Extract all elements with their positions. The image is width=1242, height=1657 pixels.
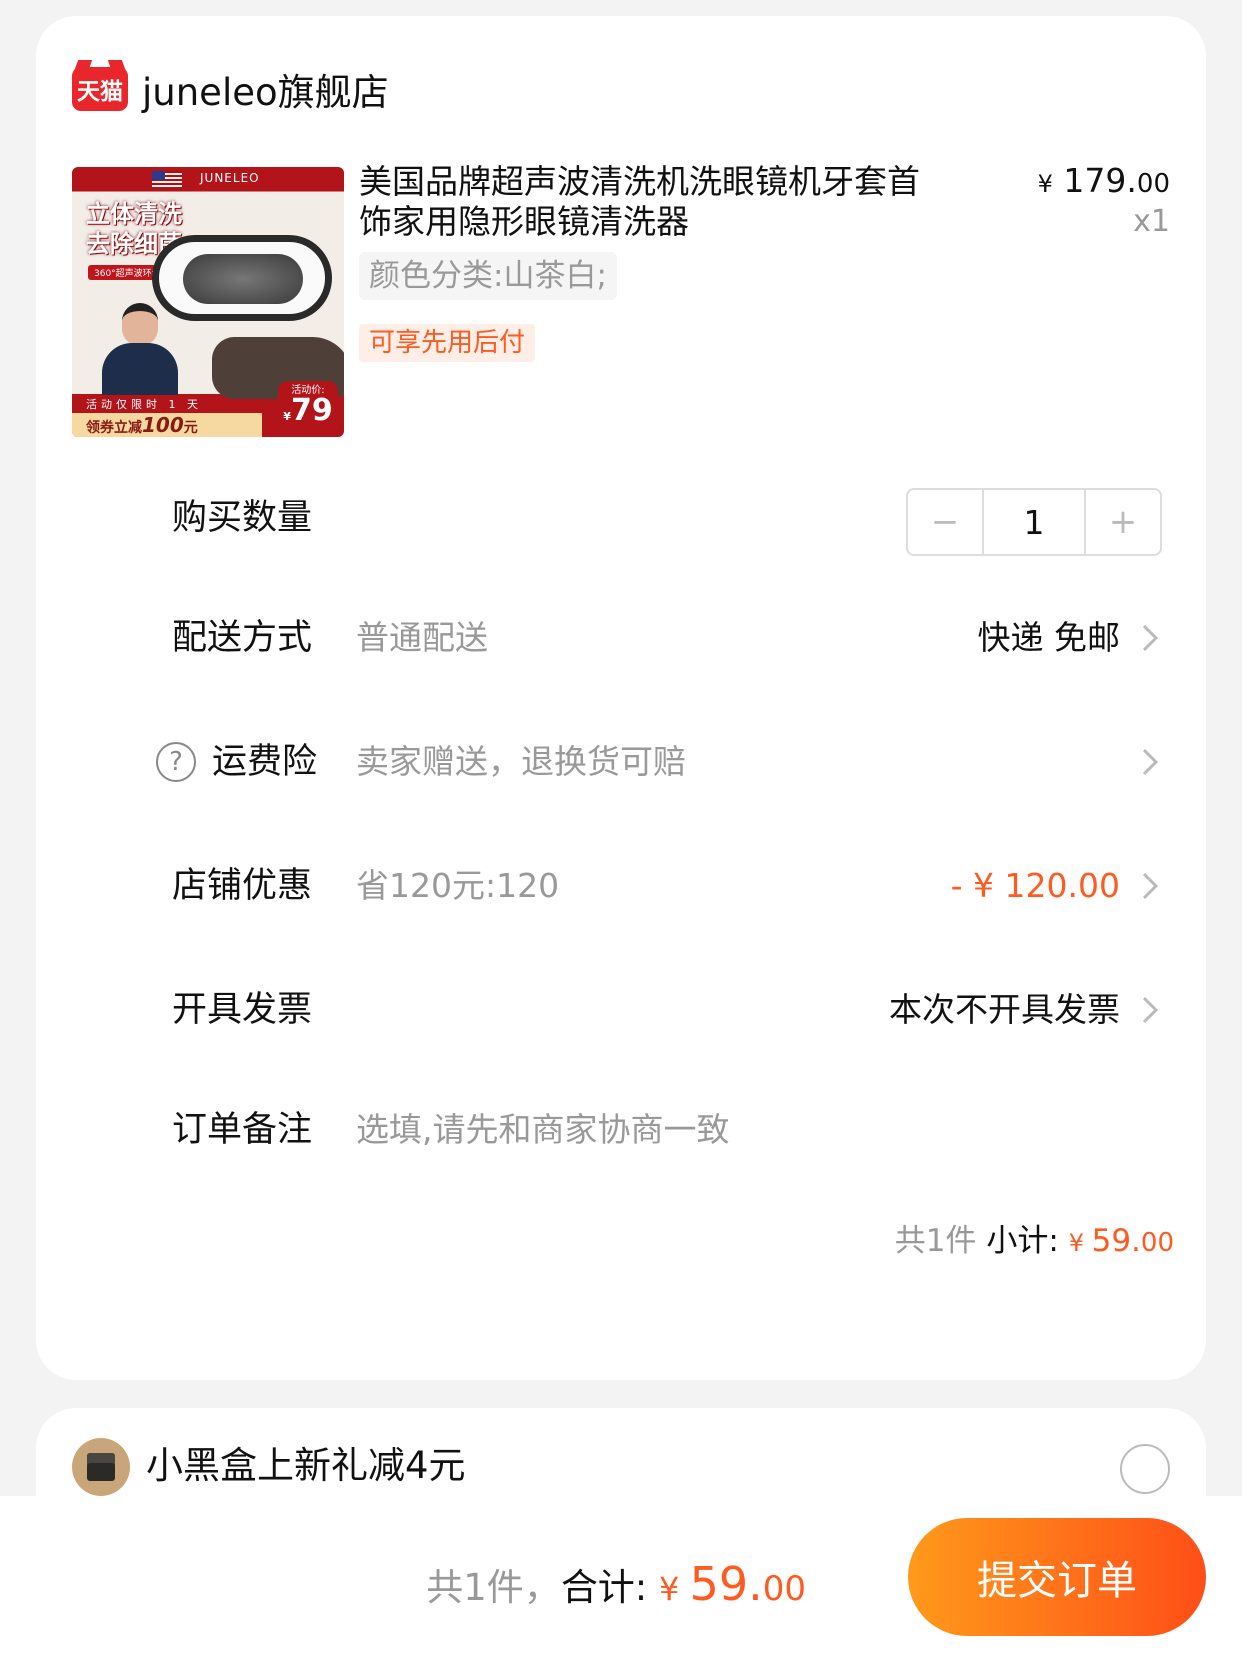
order-card: 天猫 juneleo旗舰店 JUNELEO 立体清洗 去除细菌 360°超声波环… xyxy=(36,16,1206,1380)
delivery-label: 配送方式 xyxy=(172,618,313,658)
discount-detail: 省120元:120 xyxy=(356,866,560,905)
sku-chip[interactable]: 颜色分类:山茶白; xyxy=(359,252,617,300)
shop-name[interactable]: juneleo旗舰店 xyxy=(142,62,389,116)
subtotal: 共1件 小计: ¥ 59.00 xyxy=(894,1223,1174,1259)
chevron-right-icon[interactable] xyxy=(1134,622,1166,654)
product-image-brand: JUNELEO xyxy=(200,171,260,185)
spokesperson-illustration xyxy=(100,303,180,395)
shop-header[interactable]: 天猫 juneleo旗舰店 xyxy=(72,62,389,116)
submit-order-button[interactable]: 提交订单 xyxy=(908,1518,1206,1636)
chevron-right-icon[interactable] xyxy=(1134,994,1166,1026)
tmall-logo: 天猫 xyxy=(72,67,128,111)
promo-line2: 领券立减100元 xyxy=(72,413,262,437)
checkout-bar: 共1件，合计: ¥ 59.00 提交订单 xyxy=(0,1496,1242,1657)
decrement-button[interactable]: − xyxy=(908,490,982,554)
promo-radio[interactable] xyxy=(1120,1444,1170,1494)
chevron-right-icon[interactable] xyxy=(1134,870,1166,902)
product-quantity: x1 xyxy=(1133,204,1170,239)
invoice-label: 开具发票 xyxy=(172,990,313,1030)
order-remark-row: 订单备注 选填,请先和商家协商一致 xyxy=(36,1100,1206,1160)
paylater-badge: 可享先用后付 xyxy=(359,324,536,362)
order-total: 共1件，合计: ¥ 59.00 xyxy=(426,1557,806,1611)
discount-label: 店铺优惠 xyxy=(172,866,313,906)
remark-input[interactable]: 选填,请先和商家协商一致 xyxy=(356,1100,730,1160)
us-flag-icon xyxy=(152,171,182,187)
remark-label: 订单备注 xyxy=(172,1110,313,1150)
store-discount-row[interactable]: 店铺优惠 省120元:120 - ¥ 120.00 xyxy=(36,856,1206,916)
quantity-label: 购买数量 xyxy=(172,498,313,538)
shipping-insurance-row[interactable]: ? 运费险 卖家赠送，退换货可赔 xyxy=(36,732,1206,792)
promo-line1: 活动仅限时 1 天 xyxy=(86,398,202,411)
delivery-row[interactable]: 配送方式 普通配送 快递 免邮 xyxy=(36,608,1206,668)
help-icon[interactable]: ? xyxy=(156,742,196,782)
discount-amount: - ¥ 120.00 xyxy=(950,866,1120,905)
quantity-stepper[interactable]: − 1 + xyxy=(906,488,1162,556)
delivery-type: 普通配送 xyxy=(356,618,488,657)
insurance-detail: 卖家赠送，退换货可赔 xyxy=(356,742,686,781)
black-box-icon xyxy=(72,1438,130,1496)
product-image[interactable]: JUNELEO 立体清洗 去除细菌 360°超声波环绕 活动仅限时 1 天 领券… xyxy=(72,167,344,437)
invoice-row[interactable]: 开具发票 本次不开具发票 xyxy=(36,980,1206,1040)
invoice-value: 本次不开具发票 xyxy=(889,990,1120,1029)
delivery-value: 快递 免邮 xyxy=(977,618,1121,657)
product-image-price-tag: 活动价: ¥79 xyxy=(278,381,338,433)
insurance-label: 运费险 xyxy=(212,742,318,782)
quantity-value[interactable]: 1 xyxy=(982,490,1086,554)
increment-button[interactable]: + xyxy=(1086,490,1160,554)
product-title[interactable]: 美国品牌超声波清洗机洗眼镜机牙套首饰家用隐形眼镜清洗器 xyxy=(359,162,929,242)
promo-label: 小黑盒上新礼减4元 xyxy=(146,1444,466,1487)
chevron-right-icon[interactable] xyxy=(1134,746,1166,778)
product-price: ¥ 179.00 xyxy=(1037,161,1170,200)
